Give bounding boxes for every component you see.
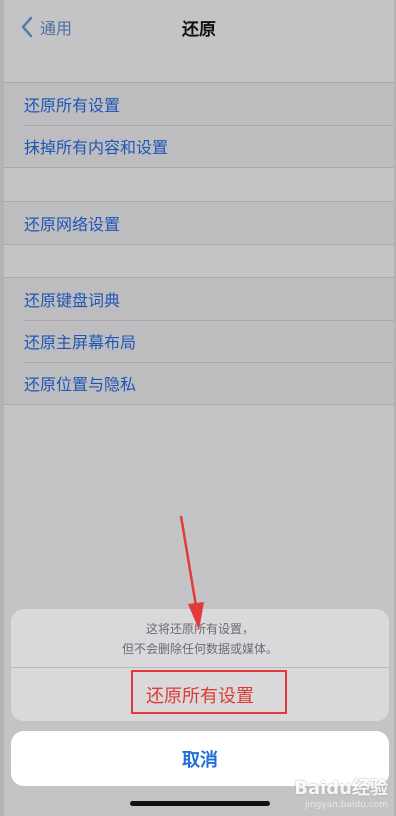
navigation-bar: 通用 还原 bbox=[4, 0, 394, 52]
cancel-label: 取消 bbox=[182, 749, 218, 771]
row-reset-home-screen[interactable]: 还原主屏幕布局 bbox=[4, 320, 394, 362]
row-reset-network[interactable]: 还原网络设置 bbox=[4, 202, 394, 244]
settings-group-3: 还原键盘词典 还原主屏幕布局 还原位置与隐私 bbox=[4, 277, 394, 405]
action-sheet-message: 这将还原所有设置， 但不会删除任何数据或媒体。 bbox=[11, 609, 389, 668]
home-indicator[interactable] bbox=[130, 801, 270, 806]
settings-group-2: 还原网络设置 bbox=[4, 201, 394, 245]
row-label: 还原键盘词典 bbox=[24, 291, 121, 310]
row-label: 还原主屏幕布局 bbox=[24, 333, 137, 352]
row-reset-all-settings[interactable]: 还原所有设置 bbox=[4, 83, 394, 125]
watermark: Baidu经验 jingyan.baidu.com bbox=[294, 774, 388, 810]
row-reset-keyboard[interactable]: 还原键盘词典 bbox=[4, 278, 394, 320]
message-line-2: 但不会删除任何数据或媒体。 bbox=[121, 641, 278, 656]
watermark-url: jingyan.baidu.com bbox=[304, 800, 388, 810]
annotation-highlight-box bbox=[131, 670, 287, 714]
row-reset-location-privacy[interactable]: 还原位置与隐私 bbox=[4, 362, 394, 404]
watermark-logo: Baidu经验 bbox=[294, 778, 388, 799]
settings-group-1: 还原所有设置 抹掉所有内容和设置 bbox=[4, 82, 394, 168]
page-title: 还原 bbox=[182, 20, 216, 40]
row-label: 还原网络设置 bbox=[24, 215, 121, 234]
row-label: 抹掉所有内容和设置 bbox=[24, 138, 169, 157]
message-line-1: 这将还原所有设置， bbox=[145, 621, 254, 636]
row-label: 还原位置与隐私 bbox=[24, 375, 137, 394]
row-label: 还原所有设置 bbox=[24, 96, 121, 115]
row-erase-all-content[interactable]: 抹掉所有内容和设置 bbox=[4, 125, 394, 167]
